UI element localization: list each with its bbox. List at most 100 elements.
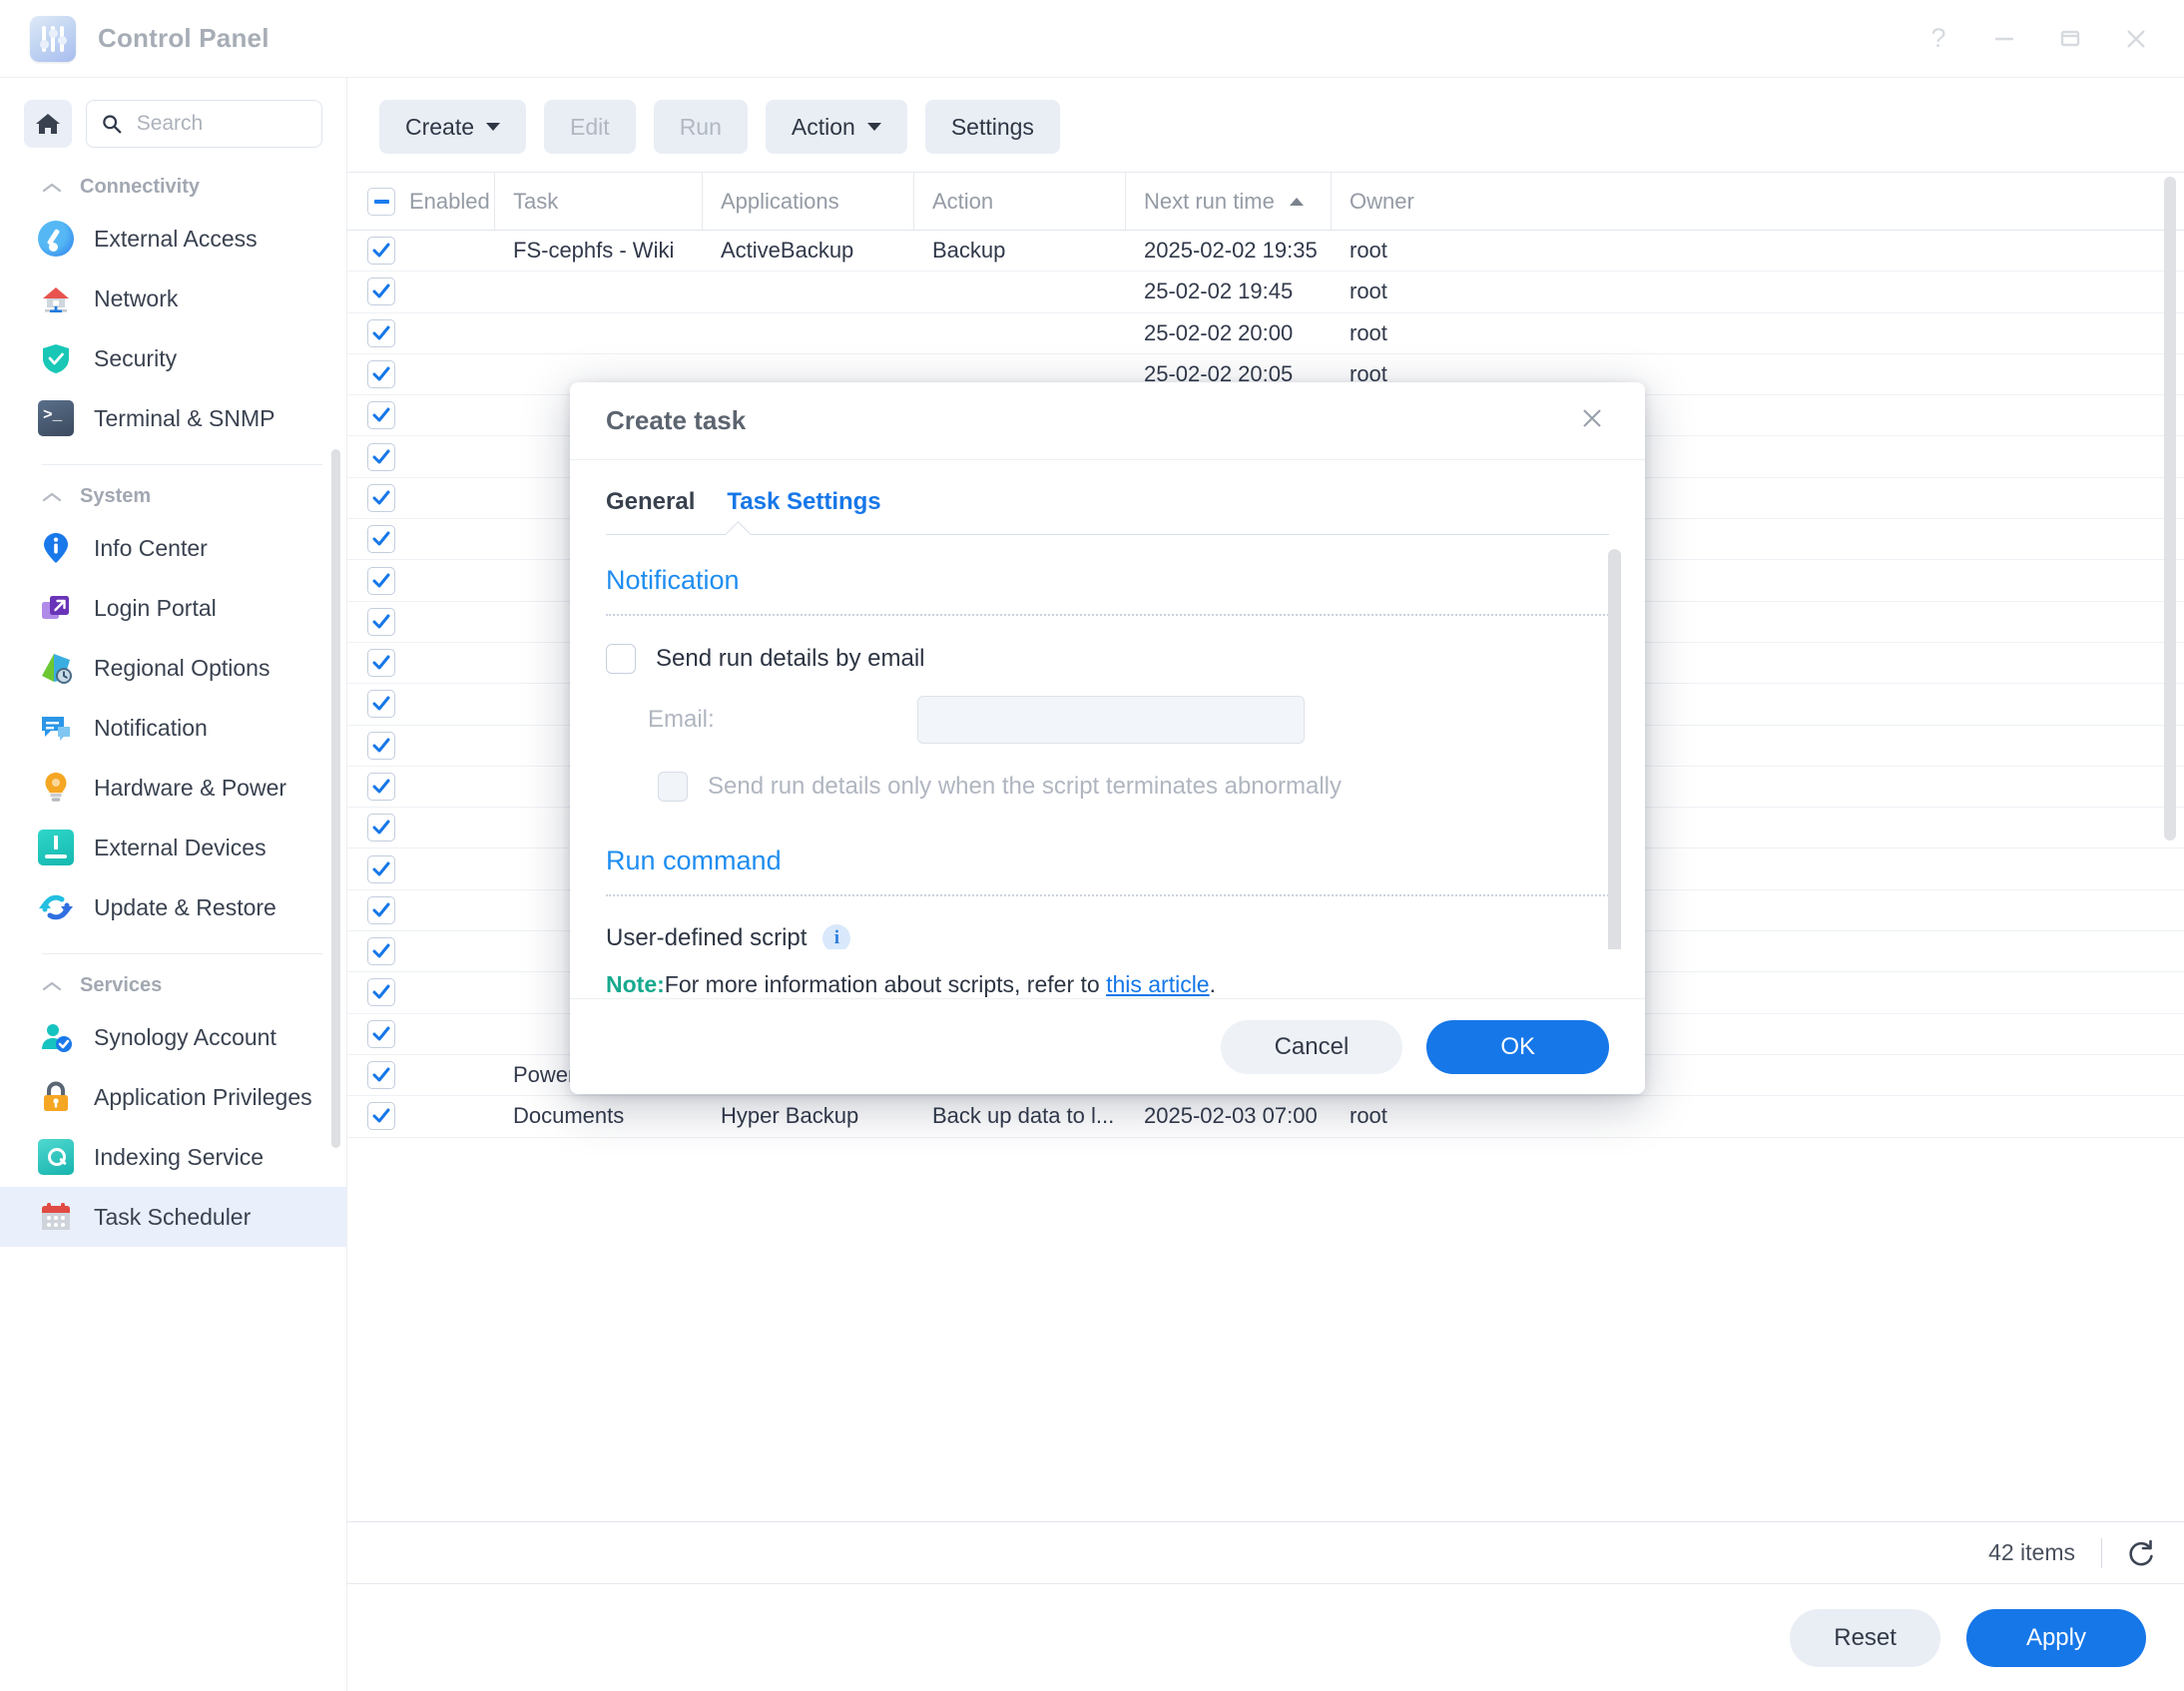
column-header-next-run-time[interactable]: Next run time [1126, 173, 1332, 230]
row-enabled-checkbox[interactable] [367, 731, 395, 760]
sidebar-item-indexing-service[interactable]: Indexing Service [0, 1127, 346, 1187]
row-enabled-cell[interactable] [347, 937, 495, 966]
close-button[interactable] [2114, 17, 2158, 61]
row-enabled-checkbox[interactable] [367, 278, 395, 306]
row-enabled-checkbox[interactable] [367, 773, 395, 801]
row-enabled-checkbox[interactable] [367, 483, 395, 512]
row-enabled-checkbox[interactable] [367, 401, 395, 430]
row-enabled-checkbox[interactable] [367, 937, 395, 966]
row-enabled-cell[interactable] [347, 318, 495, 347]
row-enabled-cell[interactable] [347, 773, 495, 801]
edit-button[interactable]: Edit [544, 100, 636, 154]
row-enabled-cell[interactable] [347, 649, 495, 678]
row-enabled-checkbox[interactable] [367, 1061, 395, 1090]
row-enabled-checkbox[interactable] [367, 690, 395, 719]
sidebar-group-system[interactable]: System [0, 469, 346, 518]
sidebar-item-regional-options[interactable]: Regional Options [0, 638, 346, 698]
action-button[interactable]: Action [765, 100, 907, 154]
row-enabled-checkbox[interactable] [367, 814, 395, 843]
row-enabled-checkbox[interactable] [367, 1019, 395, 1048]
sidebar-item-external-access[interactable]: External Access [0, 209, 346, 269]
refresh-button[interactable] [2102, 1538, 2156, 1568]
row-enabled-checkbox[interactable] [367, 607, 395, 636]
row-enabled-checkbox[interactable] [367, 566, 395, 595]
row-enabled-cell[interactable] [347, 607, 495, 636]
search-box[interactable] [86, 100, 322, 148]
column-header-enabled[interactable]: Enabled [347, 173, 495, 230]
row-enabled-checkbox[interactable] [367, 978, 395, 1007]
row-enabled-cell[interactable] [347, 690, 495, 719]
row-enabled-checkbox[interactable] [367, 237, 395, 266]
create-button[interactable]: Create [379, 100, 527, 154]
row-enabled-cell[interactable] [347, 1102, 495, 1131]
sidebar-group-connectivity[interactable]: Connectivity [0, 160, 346, 209]
send-email-row[interactable]: Send run details by email [606, 643, 1609, 674]
sidebar-item-terminal-snmp[interactable]: Terminal & SNMP [0, 388, 346, 448]
row-enabled-checkbox[interactable] [367, 1102, 395, 1131]
select-all-checkbox[interactable] [367, 187, 395, 216]
column-header-applications[interactable]: Applications [703, 173, 914, 230]
maximize-button[interactable] [2048, 17, 2092, 61]
email-field[interactable] [917, 695, 1305, 744]
minimize-button[interactable] [1982, 17, 2026, 61]
sidebar-item-update-restore[interactable]: Update & Restore [0, 877, 346, 937]
table-row[interactable]: FS-cephfs - Wiki ActiveBackup Backup 2025-0… [347, 231, 2184, 273]
search-input[interactable] [134, 111, 307, 137]
tab-task-settings[interactable]: Task Settings [727, 488, 880, 534]
ok-button[interactable]: OK [1426, 1019, 1609, 1074]
help-button[interactable]: ? [1916, 17, 1960, 61]
sidebar-item-info-center[interactable]: Info Center [0, 518, 346, 578]
apply-button[interactable]: Apply [1965, 1608, 2146, 1667]
row-enabled-cell[interactable] [347, 1019, 495, 1048]
row-enabled-checkbox[interactable] [367, 525, 395, 554]
row-enabled-checkbox[interactable] [367, 854, 395, 883]
row-enabled-cell[interactable] [347, 895, 495, 924]
row-enabled-cell[interactable] [347, 483, 495, 512]
row-enabled-checkbox[interactable] [367, 649, 395, 678]
sidebar-item-network[interactable]: Network [0, 269, 346, 328]
row-enabled-cell[interactable] [347, 731, 495, 760]
sidebar-item-application-privileges[interactable]: Application Privileges [0, 1067, 346, 1127]
row-enabled-cell[interactable] [347, 525, 495, 554]
row-enabled-cell[interactable] [347, 360, 495, 389]
home-button[interactable] [24, 100, 72, 148]
sidebar-item-login-portal[interactable]: Login Portal [0, 578, 346, 638]
row-enabled-checkbox[interactable] [367, 442, 395, 471]
row-enabled-cell[interactable] [347, 278, 495, 306]
abnormal-only-row[interactable]: Send run details only when the script te… [606, 771, 1609, 802]
row-enabled-cell[interactable] [347, 978, 495, 1007]
column-header-owner[interactable]: Owner [1332, 173, 2184, 230]
tab-general[interactable]: General [606, 488, 695, 534]
sidebar-item-notification[interactable]: Notification [0, 698, 346, 758]
table-row[interactable]: Documents Hyper Backup Back up data to l..… [347, 1096, 2184, 1138]
send-email-checkbox[interactable] [606, 643, 636, 674]
sidebar-scrollbar[interactable] [331, 449, 340, 1148]
dialog-scrollbar[interactable] [1608, 548, 1621, 949]
row-enabled-cell[interactable] [347, 814, 495, 843]
row-enabled-cell[interactable] [347, 442, 495, 471]
sidebar-item-external-devices[interactable]: External Devices [0, 818, 346, 877]
sidebar-item-security[interactable]: Security [0, 328, 346, 388]
row-enabled-checkbox[interactable] [367, 318, 395, 347]
note-link[interactable]: this article [1106, 971, 1210, 997]
column-header-action[interactable]: Action [914, 173, 1126, 230]
dialog-close-button[interactable] [1569, 397, 1615, 445]
info-icon[interactable]: i [822, 923, 851, 949]
row-enabled-cell[interactable] [347, 237, 495, 266]
sidebar-item-task-scheduler[interactable]: Task Scheduler [0, 1187, 346, 1247]
run-button[interactable]: Run [653, 100, 748, 154]
sidebar-group-services[interactable]: Services [0, 958, 346, 1007]
sidebar-item-synology-account[interactable]: Synology Account [0, 1007, 346, 1067]
row-enabled-cell[interactable] [347, 854, 495, 883]
table-row[interactable]: 25-02-02 20:00 root [347, 313, 2184, 354]
table-row[interactable]: 25-02-02 19:45 root [347, 272, 2184, 313]
row-enabled-cell[interactable] [347, 566, 495, 595]
row-enabled-checkbox[interactable] [367, 895, 395, 924]
abnormal-only-checkbox[interactable] [658, 771, 688, 802]
reset-button[interactable]: Reset [1790, 1608, 1940, 1667]
cancel-button[interactable]: Cancel [1220, 1019, 1403, 1074]
row-enabled-checkbox[interactable] [367, 360, 395, 389]
column-header-task[interactable]: Task [495, 173, 703, 230]
row-enabled-cell[interactable] [347, 1061, 495, 1090]
table-scrollbar[interactable] [2164, 177, 2176, 841]
